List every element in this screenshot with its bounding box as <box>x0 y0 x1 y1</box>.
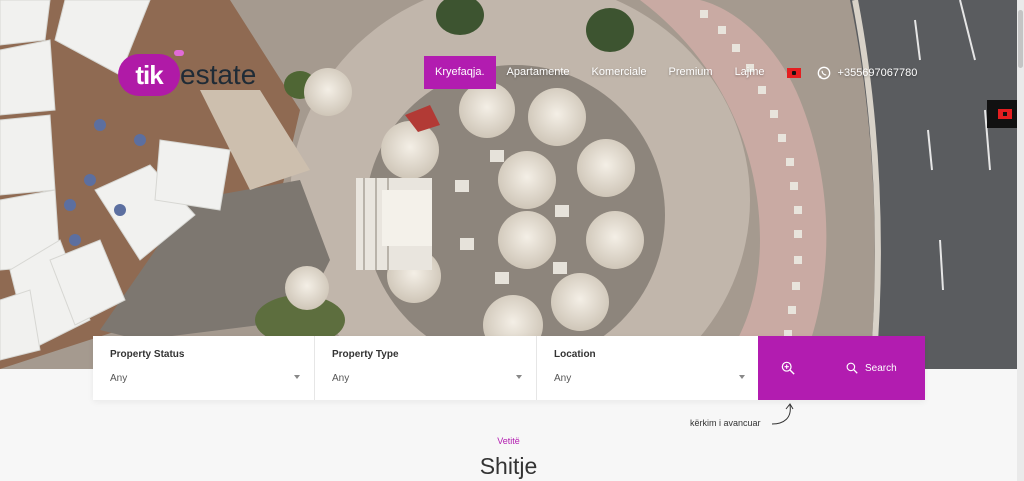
main-navigation: Kryefaqja. Apartamente Komerciale Premiu… <box>424 56 917 89</box>
chevron-down-icon <box>516 375 522 379</box>
field-value: Any <box>110 373 128 384</box>
nav-item-premium[interactable]: Premium <box>658 56 724 89</box>
logo-word: estate <box>180 59 257 90</box>
logo-pill: tik <box>118 54 180 96</box>
nav-item-news[interactable]: Lajme <box>724 56 776 89</box>
curved-arrow-icon <box>771 403 794 425</box>
section-kicker: Vetitë <box>497 436 520 446</box>
chevron-down-icon <box>294 375 300 379</box>
chevron-down-icon <box>739 375 745 379</box>
albanian-flag-icon[interactable] <box>786 67 801 78</box>
location-select[interactable]: Location Any <box>537 336 759 400</box>
zoom-in-icon <box>781 361 795 375</box>
field-value: Any <box>554 373 572 384</box>
property-search-form: Property Status Any Property Type Any Lo… <box>93 336 925 400</box>
phone-number: +355697067780 <box>837 66 918 79</box>
whatsapp-icon <box>817 66 830 79</box>
section-title: Shitje <box>479 453 538 479</box>
nav-item-apartments[interactable]: Apartamente <box>496 56 581 89</box>
advanced-search-button[interactable] <box>758 336 818 400</box>
property-type-select[interactable]: Property Type Any <box>315 336 537 400</box>
scrollbar-thumb[interactable] <box>1018 10 1023 68</box>
field-value: Any <box>332 373 350 384</box>
search-button[interactable]: Search <box>818 336 925 400</box>
field-label: Property Status <box>110 349 185 360</box>
logo[interactable]: tik estate <box>118 50 278 98</box>
hero-banner: tik estate Kryefaqja. Apartamente Komerc… <box>0 0 1024 369</box>
field-label: Property Type <box>332 349 399 360</box>
advanced-search-hint: kërkim i avancuar <box>690 418 761 428</box>
search-icon <box>846 362 858 374</box>
search-button-label: Search <box>865 362 897 374</box>
albanian-flag-icon <box>998 109 1012 119</box>
field-label: Location <box>554 349 596 360</box>
property-status-select[interactable]: Property Status Any <box>93 336 315 400</box>
scrollbar-track[interactable] <box>1017 0 1024 481</box>
phone-link[interactable]: +355697067780 <box>817 66 918 80</box>
nav-item-home[interactable]: Kryefaqja. <box>424 56 496 89</box>
nav-item-commercial[interactable]: Komerciale <box>581 56 658 89</box>
